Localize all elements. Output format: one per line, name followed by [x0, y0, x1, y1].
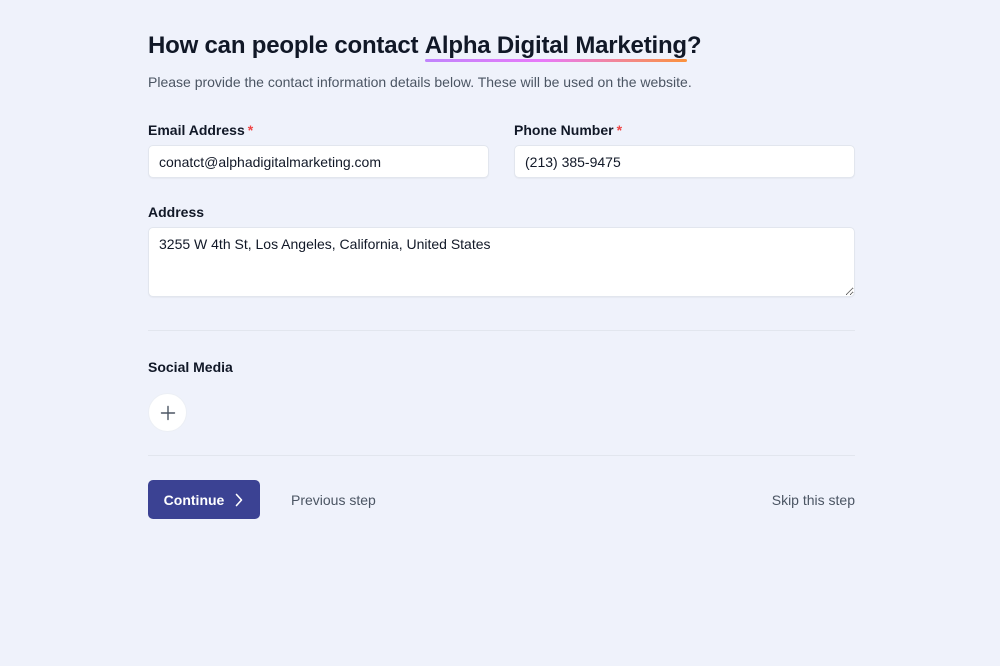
brand-underline [424, 59, 687, 62]
phone-field-group: Phone Number * [514, 120, 855, 178]
phone-label-text: Phone Number [514, 122, 614, 138]
email-required-mark: * [247, 122, 254, 138]
brand-name-text: Alpha Digital Marketing [424, 32, 687, 59]
email-label: Email Address * [148, 120, 489, 140]
phone-field[interactable] [514, 145, 855, 178]
social-media-section: Social Media [148, 357, 855, 432]
previous-step-link[interactable]: Previous step [291, 492, 376, 508]
title-prefix: How can people contact [148, 32, 425, 59]
divider [148, 330, 855, 331]
skip-step-link[interactable]: Skip this step [772, 492, 855, 508]
brand-name: Alpha Digital Marketing [424, 30, 687, 62]
contact-form: How can people contact Alpha Digital Mar… [148, 30, 855, 519]
email-field[interactable] [148, 145, 489, 178]
page-title: How can people contact Alpha Digital Mar… [148, 30, 855, 62]
continue-label: Continue [163, 491, 225, 508]
page-subtitle: Please provide the contact information d… [148, 74, 692, 90]
email-field-group: Email Address * [148, 120, 489, 178]
address-field-group: Address 3255 W 4th St, Los Angeles, Cali… [148, 202, 855, 302]
add-social-button[interactable] [148, 393, 187, 432]
plus-icon [160, 405, 175, 420]
contact-row: Email Address* Phone Number* [148, 120, 855, 178]
title-suffix: ? [686, 32, 702, 59]
chevron-right-icon [236, 493, 243, 506]
email-label-text: Email Address [148, 122, 245, 138]
address-label: Address [148, 204, 205, 220]
divider [148, 455, 855, 456]
continue-button[interactable]: Continue [148, 480, 260, 519]
social-media-label: Social Media [148, 359, 233, 375]
address-field[interactable]: 3255 W 4th St, Los Angeles, California, … [148, 227, 855, 297]
form-actions: Continue Previous step Skip this step [148, 480, 855, 519]
phone-label: Phone Number * [514, 120, 855, 140]
phone-required-mark: * [616, 122, 623, 138]
